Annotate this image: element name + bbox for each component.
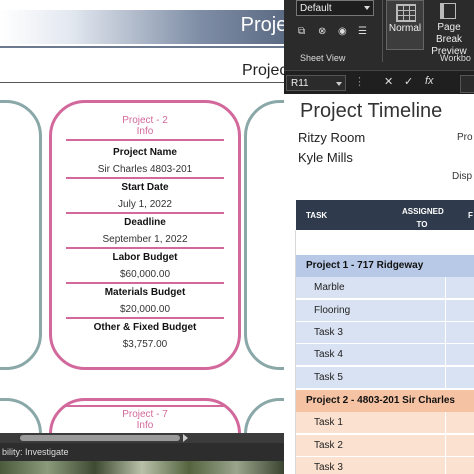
column-header-assigned-to[interactable]: ASSIGNED TO: [402, 205, 444, 231]
field-label: Labor Budget: [112, 252, 178, 263]
table-header-row: TASK ASSIGNED TO F: [296, 200, 474, 230]
sheet-view-value: Default: [300, 3, 332, 14]
card-divider: [66, 282, 224, 284]
scroll-right-arrow-icon[interactable]: [183, 434, 188, 442]
field-label: Start Date: [121, 182, 169, 193]
field-value: Sir Charles 4803-201: [97, 164, 193, 175]
subtitle-underline: [0, 82, 284, 83]
section-row[interactable]: Project 1 - 717 Ridgeway: [296, 255, 474, 277]
excel-window: Default ⧉ ⊗ ◉ ☰ Sheet View Normal Page B…: [284, 0, 474, 474]
table-row[interactable]: Task 3: [296, 322, 474, 344]
new-view-icon[interactable]: ◉: [338, 26, 347, 37]
cancel-icon[interactable]: ✕: [384, 75, 393, 88]
card-divider: [66, 247, 224, 249]
status-bar: bility: Investigate: [0, 443, 284, 461]
field-value: September 1, 2022: [102, 234, 188, 245]
chevron-down-icon: [364, 6, 370, 10]
options-icon[interactable]: ☰: [358, 26, 367, 37]
workbook-views-group-label: Workbo: [440, 53, 471, 63]
formula-input[interactable]: [460, 75, 474, 93]
page-break-preview-button[interactable]: Page Break Preview: [426, 0, 472, 57]
project-card-2: Project - 2 Info Project Name Sir Charle…: [49, 100, 241, 370]
manager-name-cell[interactable]: Kyle Mills: [298, 150, 353, 165]
card-heading-sub: Info: [136, 126, 154, 137]
left-title-banner: Project O: [0, 10, 284, 44]
column-divider: [445, 277, 446, 389]
chevron-down-icon: [336, 82, 342, 86]
title-underline: [0, 46, 284, 48]
section-row[interactable]: Project 2 - 4803-201 Sir Charles: [296, 390, 474, 412]
keep-icon[interactable]: ⧉: [298, 26, 305, 37]
field-label: Materials Budget: [104, 287, 186, 298]
desktop-background: [0, 461, 284, 474]
table-row[interactable]: Task 2: [296, 435, 474, 457]
project-card-3-edge: [244, 100, 284, 370]
formula-bar: R11 ⋮ ✕ ✓ fx: [284, 70, 474, 95]
worksheet-grid[interactable]: Project Timeline Ritzy Room Kyle Mills P…: [284, 94, 474, 474]
page-break-icon: [440, 3, 456, 19]
normal-view-button[interactable]: Normal: [386, 0, 424, 50]
card-heading: Project - 2: [122, 115, 168, 126]
card-divider: [66, 212, 224, 214]
field-value: July 1, 2022: [118, 199, 172, 210]
field-label: Deadline: [124, 217, 166, 228]
project-card-1-edge: [0, 100, 42, 370]
project-start-label[interactable]: Pro: [457, 132, 473, 143]
horizontal-scrollbar[interactable]: [0, 433, 284, 443]
table-row[interactable]: Marble: [296, 277, 474, 299]
card-heading: Project - 7: [122, 409, 168, 420]
insert-function-icon[interactable]: fx: [425, 75, 434, 87]
exit-view-icon[interactable]: ⊗: [318, 26, 326, 37]
card-divider: [66, 177, 224, 179]
scrollbar-thumb[interactable]: [20, 435, 180, 441]
card-divider: [66, 405, 224, 407]
accessibility-status[interactable]: bility: Investigate: [2, 447, 69, 457]
column-header-task[interactable]: TASK: [306, 211, 327, 220]
table-row[interactable]: Task 4: [296, 344, 474, 366]
display-week-label[interactable]: Disp: [452, 171, 472, 182]
name-box-value: R11: [291, 78, 309, 89]
card-heading-sub: Info: [136, 420, 154, 431]
table-row[interactable]: Task 1: [296, 412, 474, 434]
left-sheet-title: Project O: [240, 14, 284, 36]
table-row[interactable]: Flooring: [296, 300, 474, 322]
sheet-title[interactable]: Project Timeline: [300, 100, 442, 123]
column-header-f[interactable]: F: [468, 211, 473, 220]
table-row[interactable]: Task 3: [296, 457, 474, 474]
table-row[interactable]: Task 5: [296, 367, 474, 389]
enter-icon[interactable]: ✓: [404, 75, 413, 88]
field-value: $60,000.00: [119, 269, 171, 280]
field-label: Project Name: [113, 147, 177, 158]
left-sheet-subtitle: Projec: [242, 62, 284, 79]
normal-view-label: Normal: [388, 23, 422, 34]
field-value: $20,000.00: [119, 304, 171, 315]
field-label: Other & Fixed Budget: [93, 322, 197, 333]
options-dots-icon[interactable]: ⋮: [354, 75, 365, 88]
ribbon-separator: [382, 0, 383, 62]
sheet-view-select[interactable]: Default: [296, 0, 374, 16]
card-divider: [66, 139, 224, 141]
card-divider: [66, 317, 224, 319]
sheet-view-group-label: Sheet View: [300, 53, 346, 63]
left-workbook-window: Project O Projec Project - 2 Info Projec…: [0, 0, 284, 474]
normal-view-icon: [396, 4, 416, 22]
name-box[interactable]: R11: [286, 75, 346, 91]
column-divider: [445, 412, 446, 474]
field-value: $3,757.00: [122, 339, 168, 350]
ribbon-view-tab: Default ⧉ ⊗ ◉ ☰ Sheet View Normal Page B…: [284, 0, 474, 70]
page-break-label-line1: Page Break: [435, 22, 463, 45]
company-name-cell[interactable]: Ritzy Room: [298, 130, 365, 145]
